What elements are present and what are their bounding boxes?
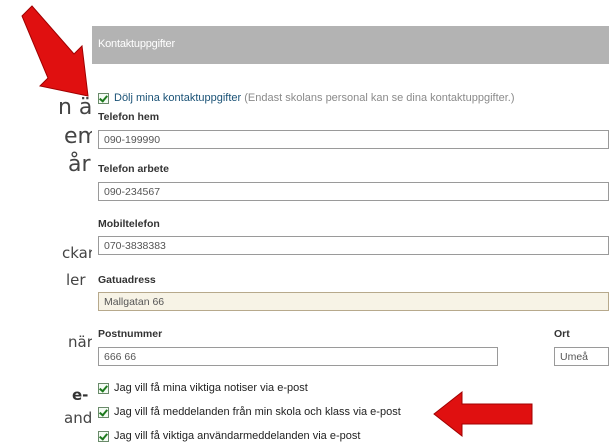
slide-text-line: ler <box>66 271 86 289</box>
slide-text-line: när <box>68 333 92 351</box>
postcode-label: Postnummer <box>98 328 163 340</box>
section-title: Kontaktuppgifter <box>98 38 175 50</box>
mobile-field[interactable]: 070-3838383 <box>98 236 609 255</box>
hide-contact-option: Dölj mina kontaktuppgifter (Endast skola… <box>114 92 515 104</box>
postcode-field[interactable]: 666 66 <box>98 347 498 366</box>
slide-text-line: e- <box>72 386 89 404</box>
mobile-label: Mobiltelefon <box>98 218 160 230</box>
slide-text-line: ckar <box>62 244 92 262</box>
phone-home-label: Telefon hem <box>98 111 160 123</box>
city-label: Ort <box>554 328 570 340</box>
red-arrow-left-icon <box>433 390 533 438</box>
hide-contact-label: Dölj mina kontaktuppgifter <box>114 92 242 104</box>
hide-contact-checkbox[interactable] <box>98 93 109 104</box>
email-notices-label: Jag vill få mina viktiga notiser via e-p… <box>114 382 308 394</box>
email-user-messages-checkbox[interactable] <box>98 431 109 442</box>
street-field[interactable]: Mallgatan 66 <box>98 292 609 311</box>
email-user-messages-label: Jag vill få viktiga användarmeddelanden … <box>114 430 361 442</box>
slide-text-line: ande <box>64 409 92 427</box>
phone-work-field[interactable]: 090-234567 <box>98 182 609 201</box>
phone-work-label: Telefon arbete <box>98 163 169 175</box>
red-arrow-icon <box>21 5 89 97</box>
email-school-messages-label: Jag vill få meddelanden från min skola o… <box>114 406 401 418</box>
email-school-messages-checkbox[interactable] <box>98 407 109 418</box>
contact-form: Kontaktuppgifter Dölj mina kontaktuppgif… <box>92 26 609 447</box>
slide-text-line: em <box>64 124 92 149</box>
hide-contact-hint: (Endast skolans personal kan se dina kon… <box>244 92 515 104</box>
phone-home-field[interactable]: 090-199990 <box>98 130 609 149</box>
email-notices-checkbox[interactable] <box>98 383 109 394</box>
slide-text-line: år <box>68 152 91 177</box>
section-header: Kontaktuppgifter <box>92 26 609 64</box>
street-label: Gatuadress <box>98 274 156 286</box>
city-field[interactable]: Umeå <box>554 347 609 366</box>
